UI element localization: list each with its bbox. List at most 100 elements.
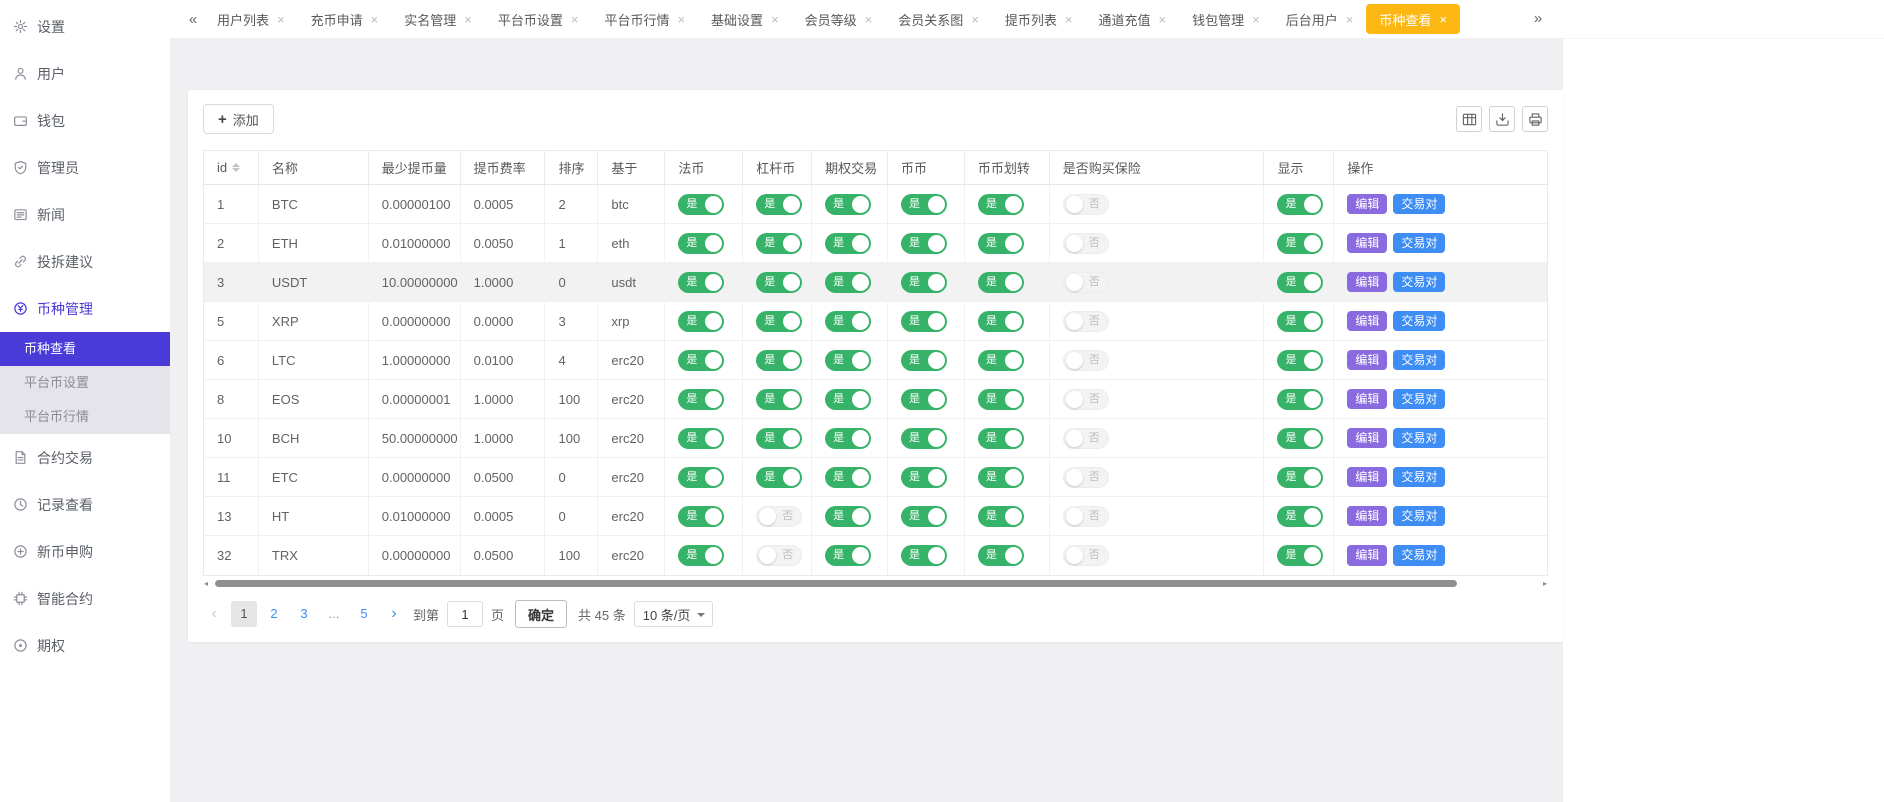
toggle-coin[interactable]: 是: [901, 272, 947, 293]
tab-close-icon[interactable]: ×: [677, 13, 685, 26]
sidebar-item-coin-manage[interactable]: 币种管理: [0, 285, 170, 332]
sidebar-subitem-platform-coin-market[interactable]: 平台币行情: [0, 400, 170, 434]
toggle-fiat[interactable]: 是: [678, 233, 724, 254]
toggle-insurance[interactable]: 否: [1063, 428, 1109, 449]
toggle-coin[interactable]: 是: [901, 545, 947, 566]
tab-platform-coin-settings[interactable]: 平台币设置×: [485, 0, 592, 38]
toggle-display[interactable]: 是: [1277, 311, 1323, 332]
toggle-leverage[interactable]: 是: [756, 233, 802, 254]
sidebar-item-options[interactable]: 期权: [0, 622, 170, 669]
toggle-leverage[interactable]: 是: [756, 467, 802, 488]
tab-basic-settings[interactable]: 基础设置×: [698, 0, 792, 38]
toggle-display[interactable]: 是: [1277, 194, 1323, 215]
edit-button[interactable]: 编辑: [1347, 545, 1387, 565]
toggle-leverage[interactable]: 是: [756, 428, 802, 449]
toggle-leverage[interactable]: 是: [756, 350, 802, 371]
sidebar-item-smart-contract[interactable]: 智能合约: [0, 575, 170, 622]
trading-pair-button[interactable]: 交易对: [1393, 389, 1445, 409]
toggle-fiat[interactable]: 是: [678, 389, 724, 410]
toggle-fiat[interactable]: 是: [678, 428, 724, 449]
toggle-fiat[interactable]: 是: [678, 545, 724, 566]
toggle-insurance[interactable]: 否: [1063, 545, 1109, 566]
edit-button[interactable]: 编辑: [1347, 350, 1387, 370]
page-size-select[interactable]: 10 条/页: [634, 601, 714, 627]
tabs-scroll-right-icon[interactable]: »: [1527, 0, 1549, 38]
edit-button[interactable]: 编辑: [1347, 467, 1387, 487]
toggle-leverage[interactable]: 是: [756, 389, 802, 410]
toggle-display[interactable]: 是: [1277, 467, 1323, 488]
columns-icon[interactable]: [1456, 106, 1482, 132]
tab-close-icon[interactable]: ×: [1439, 13, 1447, 26]
toggle-option-trade[interactable]: 是: [825, 506, 871, 527]
toggle-coin[interactable]: 是: [901, 350, 947, 371]
trading-pair-button[interactable]: 交易对: [1393, 428, 1445, 448]
toggle-display[interactable]: 是: [1277, 350, 1323, 371]
tab-close-icon[interactable]: ×: [371, 13, 379, 26]
edit-button[interactable]: 编辑: [1347, 311, 1387, 331]
tab-channel-recharge[interactable]: 通道充值×: [1085, 0, 1179, 38]
sidebar-item-admin[interactable]: 管理员: [0, 144, 170, 191]
confirm-button[interactable]: 确定: [515, 600, 567, 628]
toggle-coin-transfer[interactable]: 是: [978, 194, 1024, 215]
toggle-option-trade[interactable]: 是: [825, 194, 871, 215]
tab-close-icon[interactable]: ×: [1252, 13, 1260, 26]
toggle-coin[interactable]: 是: [901, 467, 947, 488]
toggle-insurance[interactable]: 否: [1063, 350, 1109, 371]
tab-close-icon[interactable]: ×: [771, 13, 779, 26]
toggle-display[interactable]: 是: [1277, 428, 1323, 449]
toggle-insurance[interactable]: 否: [1063, 194, 1109, 215]
edit-button[interactable]: 编辑: [1347, 272, 1387, 292]
export-icon[interactable]: [1489, 106, 1515, 132]
toggle-option-trade[interactable]: 是: [825, 350, 871, 371]
trading-pair-button[interactable]: 交易对: [1393, 194, 1445, 214]
edit-button[interactable]: 编辑: [1347, 389, 1387, 409]
toggle-option-trade[interactable]: 是: [825, 233, 871, 254]
sidebar-item-wallet[interactable]: 钱包: [0, 97, 170, 144]
toggle-coin-transfer[interactable]: 是: [978, 233, 1024, 254]
tab-withdraw-list[interactable]: 提币列表×: [992, 0, 1086, 38]
tab-deposit-request[interactable]: 充币申请×: [298, 0, 392, 38]
toggle-insurance[interactable]: 否: [1063, 506, 1109, 527]
toggle-insurance[interactable]: 否: [1063, 272, 1109, 293]
tab-user-list[interactable]: 用户列表×: [204, 0, 298, 38]
tab-close-icon[interactable]: ×: [971, 13, 979, 26]
sidebar-subitem-coin-view[interactable]: 币种查看: [0, 332, 170, 366]
toggle-insurance[interactable]: 否: [1063, 467, 1109, 488]
toggle-coin[interactable]: 是: [901, 233, 947, 254]
tab-close-icon[interactable]: ×: [571, 13, 579, 26]
edit-button[interactable]: 编辑: [1347, 233, 1387, 253]
toggle-insurance[interactable]: 否: [1063, 389, 1109, 410]
toggle-coin[interactable]: 是: [901, 389, 947, 410]
toggle-leverage[interactable]: 否: [756, 506, 802, 527]
trading-pair-button[interactable]: 交易对: [1393, 311, 1445, 331]
tab-kyc-manage[interactable]: 实名管理×: [391, 0, 485, 38]
toggle-display[interactable]: 是: [1277, 233, 1323, 254]
toggle-coin-transfer[interactable]: 是: [978, 545, 1024, 566]
page-jump-input[interactable]: [447, 601, 483, 627]
tab-close-icon[interactable]: ×: [277, 13, 285, 26]
next-page-icon[interactable]: ›: [383, 606, 405, 622]
edit-button[interactable]: 编辑: [1347, 506, 1387, 526]
sidebar-item-contract-trade[interactable]: 合约交易: [0, 434, 170, 481]
toggle-coin[interactable]: 是: [901, 194, 947, 215]
sidebar-item-feedback[interactable]: 投拆建议: [0, 238, 170, 285]
tab-admin-users[interactable]: 后台用户×: [1273, 0, 1367, 38]
toggle-fiat[interactable]: 是: [678, 311, 724, 332]
toggle-leverage[interactable]: 是: [756, 311, 802, 332]
page-1[interactable]: 1: [231, 601, 257, 627]
toggle-fiat[interactable]: 是: [678, 194, 724, 215]
tabs-scroll-left-icon[interactable]: «: [182, 11, 204, 28]
prev-page-icon[interactable]: ‹: [203, 606, 225, 622]
toggle-option-trade[interactable]: 是: [825, 272, 871, 293]
edit-button[interactable]: 编辑: [1347, 428, 1387, 448]
toggle-insurance[interactable]: 否: [1063, 311, 1109, 332]
toggle-coin-transfer[interactable]: 是: [978, 389, 1024, 410]
horizontal-scrollbar[interactable]: ◂ ▸: [203, 577, 1548, 591]
scrollbar-thumb[interactable]: [215, 580, 1457, 587]
trading-pair-button[interactable]: 交易对: [1393, 233, 1445, 253]
tab-coin-view[interactable]: 币种查看×: [1366, 4, 1460, 34]
tab-close-icon[interactable]: ×: [1346, 13, 1354, 26]
toggle-option-trade[interactable]: 是: [825, 545, 871, 566]
toggle-leverage[interactable]: 是: [756, 194, 802, 215]
scroll-left-icon[interactable]: ◂: [204, 580, 208, 588]
